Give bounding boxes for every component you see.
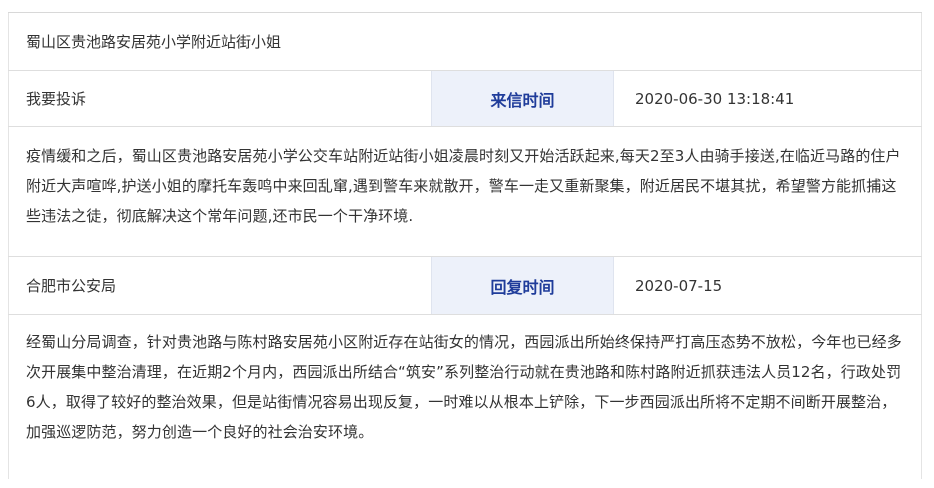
complaint-meta-row: 我要投诉 来信时间 2020-06-30 13:18:41 xyxy=(8,71,922,127)
table-border-right xyxy=(921,127,922,256)
table-border-right xyxy=(921,315,922,479)
table-border-left xyxy=(8,13,9,70)
table-border-left xyxy=(8,71,9,126)
complaint-content-row: 疫情缓和之后，蜀山区贵池路安居苑小学公交车站附近站街小姐凌晨时刻又开始活跃起来,… xyxy=(8,127,922,257)
reply-department: 合肥市公安局 xyxy=(26,277,117,295)
letter-detail-table: 蜀山区贵池路安居苑小学附近站街小姐 我要投诉 来信时间 2020-06-30 1… xyxy=(8,12,922,479)
table-border-left xyxy=(8,315,9,479)
table-border-left xyxy=(8,257,9,314)
letter-title: 蜀山区贵池路安居苑小学附近站街小姐 xyxy=(26,33,282,51)
complaint-content: 疫情缓和之后，蜀山区贵池路安居苑小学公交车站附近站街小姐凌晨时刻又开始活跃起来,… xyxy=(26,147,901,225)
table-border-right xyxy=(921,13,922,70)
table-border-left xyxy=(8,127,9,256)
received-time-label: 来信时间 xyxy=(431,71,614,126)
title-row: 蜀山区贵池路安居苑小学附近站街小姐 xyxy=(8,13,922,71)
reply-content-row: 经蜀山分局调查，针对贵池路与陈村路安居苑小区附近存在站街女的情况，西园派出所始终… xyxy=(8,315,922,479)
table-border-right xyxy=(921,257,922,314)
complaint-category: 我要投诉 xyxy=(26,90,87,108)
reply-time-label: 回复时间 xyxy=(431,257,614,314)
received-time-value: 2020-06-30 13:18:41 xyxy=(635,89,795,108)
table-border-right xyxy=(921,71,922,126)
reply-content: 经蜀山分局调查，针对贵池路与陈村路安居苑小区附近存在站街女的情况，西园派出所始终… xyxy=(26,333,902,441)
reply-time-value: 2020-07-15 xyxy=(635,276,723,295)
reply-meta-row: 合肥市公安局 回复时间 2020-07-15 xyxy=(8,257,922,315)
